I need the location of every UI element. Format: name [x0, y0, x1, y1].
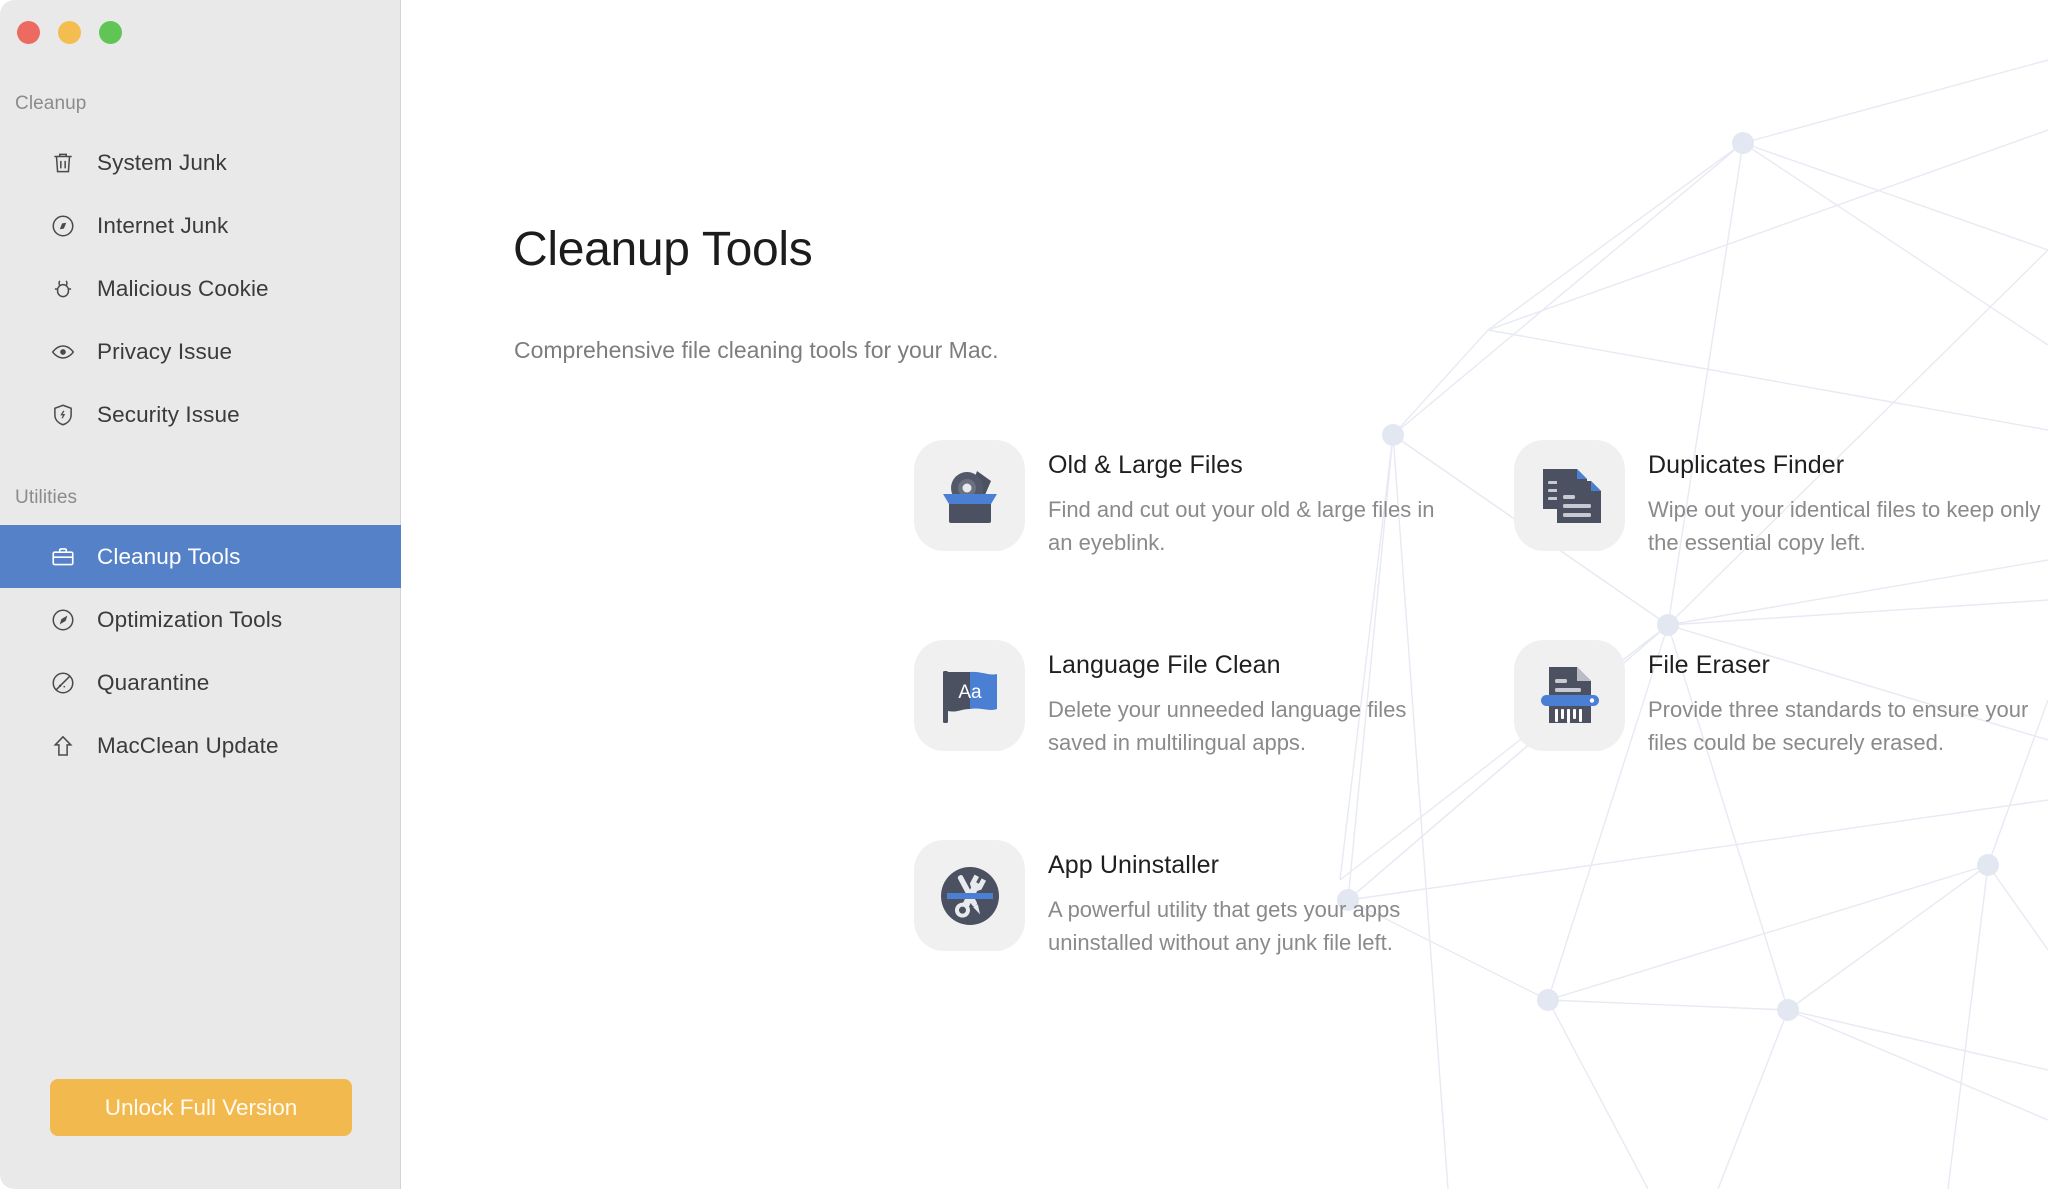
sidebar-item-label: MacClean Update: [97, 732, 279, 758]
tool-description: Provide three standards to ensure your f…: [1648, 697, 2029, 755]
tool-card-app-uninstaller[interactable]: App Uninstaller A powerful utility that …: [914, 840, 1474, 959]
tool-name: Duplicates Finder: [1648, 451, 1845, 479]
sidebar-item-macclean-update[interactable]: MacClean Update: [0, 714, 401, 777]
sidebar-group-label-utilities: Utilities: [15, 487, 78, 508]
old-large-files-icon: [914, 440, 1025, 551]
page-subtitle: Comprehensive file cleaning tools for yo…: [514, 337, 999, 363]
tool-description: A powerful utility that gets your apps u…: [1048, 897, 1401, 955]
quarantine-icon: [49, 669, 77, 697]
app-window: Cleanup System Junk Internet Junk Malici…: [0, 0, 2048, 1189]
sidebar-item-quarantine[interactable]: Quarantine: [0, 651, 401, 714]
sidebar-item-label: Optimization Tools: [97, 606, 283, 632]
up-arrow-icon: [49, 732, 77, 760]
tool-card-language-file-clean[interactable]: Aa Language File Clean Delete your unnee…: [914, 640, 1474, 759]
tool-text: Old & Large Files Find and cut out your …: [1048, 440, 1443, 559]
sidebar-item-label: Internet Junk: [97, 212, 229, 238]
sidebar-item-malicious-cookie[interactable]: Malicious Cookie: [0, 257, 401, 320]
sidebar-item-label: Security Issue: [97, 401, 240, 427]
sidebar-item-optimization-tools[interactable]: Optimization Tools: [0, 588, 401, 651]
tool-text: Language File Clean Delete your unneeded…: [1048, 640, 1443, 759]
tool-name: App Uninstaller: [1048, 851, 1220, 879]
sidebar-item-internet-junk[interactable]: Internet Junk: [0, 194, 401, 257]
tool-name: Old & Large Files: [1048, 451, 1243, 479]
trash-icon: [49, 149, 77, 177]
sidebar-nav-cleanup: System Junk Internet Junk Malicious Cook…: [0, 131, 401, 446]
minimize-button[interactable]: [58, 21, 81, 44]
tool-name: File Eraser: [1648, 651, 1770, 679]
duplicates-finder-icon: [1514, 440, 1625, 551]
tool-text: Duplicates Finder Wipe out your identica…: [1648, 440, 2043, 559]
tool-description: Find and cut out your old & large files …: [1048, 497, 1435, 555]
tool-description: Wipe out your identical files to keep on…: [1648, 497, 2041, 555]
sidebar-item-label: Cleanup Tools: [97, 543, 241, 569]
traffic-light-controls: [17, 21, 122, 44]
tool-card-duplicates-finder[interactable]: Duplicates Finder Wipe out your identica…: [1514, 440, 2048, 559]
tool-description: Delete your unneeded language files save…: [1048, 697, 1407, 755]
eye-icon: [49, 338, 77, 366]
speedometer-icon: [49, 606, 77, 634]
close-button[interactable]: [17, 21, 40, 44]
file-eraser-icon: [1514, 640, 1625, 751]
sidebar-item-label: Quarantine: [97, 669, 210, 695]
tool-text: App Uninstaller A powerful utility that …: [1048, 840, 1443, 959]
briefcase-icon: [49, 543, 77, 571]
main-content: Cleanup Tools Comprehensive file cleanin…: [401, 0, 2048, 1189]
bug-icon: [49, 275, 77, 303]
page-title: Cleanup Tools: [513, 223, 813, 276]
sidebar: Cleanup System Junk Internet Junk Malici…: [0, 0, 401, 1189]
unlock-full-version-button[interactable]: Unlock Full Version: [50, 1079, 352, 1136]
sidebar-item-label: Malicious Cookie: [97, 275, 269, 301]
sidebar-group-label-cleanup: Cleanup: [15, 93, 87, 114]
app-uninstaller-icon: [914, 840, 1025, 951]
language-file-clean-icon: Aa: [914, 640, 1025, 751]
sidebar-item-system-junk[interactable]: System Junk: [0, 131, 401, 194]
tool-text: File Eraser Provide three standards to e…: [1648, 640, 2043, 759]
sidebar-item-security-issue[interactable]: Security Issue: [0, 383, 401, 446]
tool-card-file-eraser[interactable]: File Eraser Provide three standards to e…: [1514, 640, 2048, 759]
tool-card-old-large-files[interactable]: Old & Large Files Find and cut out your …: [914, 440, 1474, 559]
sidebar-item-privacy-issue[interactable]: Privacy Issue: [0, 320, 401, 383]
compass-icon: [49, 212, 77, 240]
tool-name: Language File Clean: [1048, 651, 1281, 679]
shield-icon: [49, 401, 77, 429]
flag-aa-text: Aa: [958, 682, 982, 703]
sidebar-item-cleanup-tools[interactable]: Cleanup Tools: [0, 525, 401, 588]
sidebar-item-label: System Junk: [97, 149, 227, 175]
sidebar-nav-utilities: Cleanup Tools Optimization Tools Quarant…: [0, 525, 401, 777]
sidebar-item-label: Privacy Issue: [97, 338, 233, 364]
network-constellation-graphic: [1337, 59, 2048, 1189]
zoom-button[interactable]: [99, 21, 122, 44]
